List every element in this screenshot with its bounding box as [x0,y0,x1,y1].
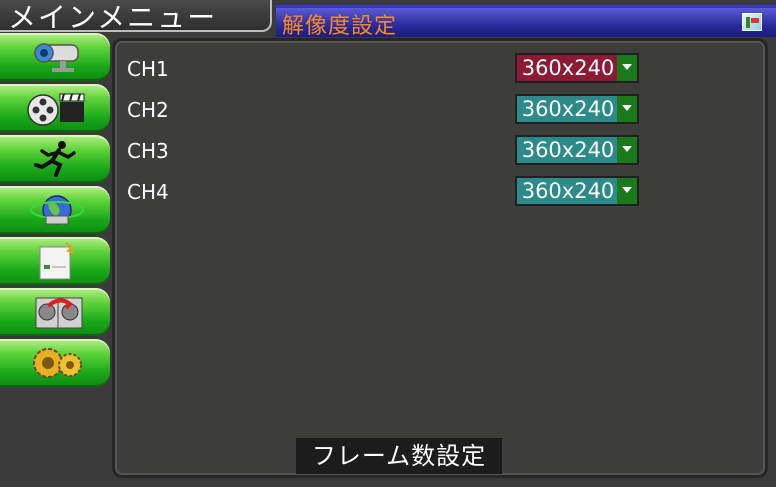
resolution-value: 360x240 [517,178,619,204]
sidebar-item-disk[interactable] [0,288,110,336]
content-panel: CH1 360x240 CH2 360x240 CH3 360x240 CH4 … [112,38,768,478]
chevron-down-icon[interactable] [617,137,637,163]
chevron-down-icon[interactable] [617,96,637,122]
camera-icon [34,43,79,72]
disk-icon [35,297,83,329]
page-title: 解像度設定 [282,14,398,39]
network-icon [30,195,84,225]
channel-label: CH3 [127,139,169,163]
resolution-select-ch1[interactable]: 360x240 [515,53,639,83]
resolution-value: 360x240 [517,96,619,122]
sidebar-item-motion[interactable] [0,135,110,183]
frame-rate-settings-button[interactable]: フレーム数設定 [296,438,502,474]
chevron-down-icon[interactable] [617,55,637,81]
playback-icon [27,93,85,126]
sidebar-item-settings[interactable] [0,339,110,387]
dvr-screen: メインメニュー 解像度設定 CH1 360x240 CH2 360x240 CH… [0,0,776,487]
channel-row-ch3: CH3 360x240 [127,135,747,165]
resolution-select-ch4[interactable]: 360x240 [515,176,639,206]
resolution-value: 360x240 [517,137,619,163]
channel-label: CH1 [127,57,169,81]
channel-label: CH2 [127,98,169,122]
sidebar-item-playback[interactable] [0,84,110,132]
settings-icon [33,348,82,378]
resolution-select-ch3[interactable]: 360x240 [515,135,639,165]
page-titlebar: 解像度設定 [276,5,776,39]
frame-rate-settings-label: フレーム数設定 [311,442,487,470]
sidebar-item-network[interactable] [0,186,110,234]
channel-label: CH4 [127,180,169,204]
sidebar-item-camera[interactable] [0,33,110,81]
resolution-value: 360x240 [517,55,619,81]
motion-icon [34,141,76,177]
sidebar [0,33,110,390]
main-menu-title: メインメニュー [8,1,218,34]
resolution-select-ch2[interactable]: 360x240 [515,94,639,124]
sidebar-item-document[interactable] [0,237,110,285]
chevron-down-icon[interactable] [617,178,637,204]
channel-row-ch1: CH1 360x240 [127,53,747,83]
channel-row-ch4: CH4 360x240 [127,176,747,206]
channel-row-ch2: CH2 360x240 [127,94,747,124]
flag-icon [742,13,762,31]
document-icon [39,242,75,280]
main-menu-tab[interactable]: メインメニュー [0,0,272,34]
